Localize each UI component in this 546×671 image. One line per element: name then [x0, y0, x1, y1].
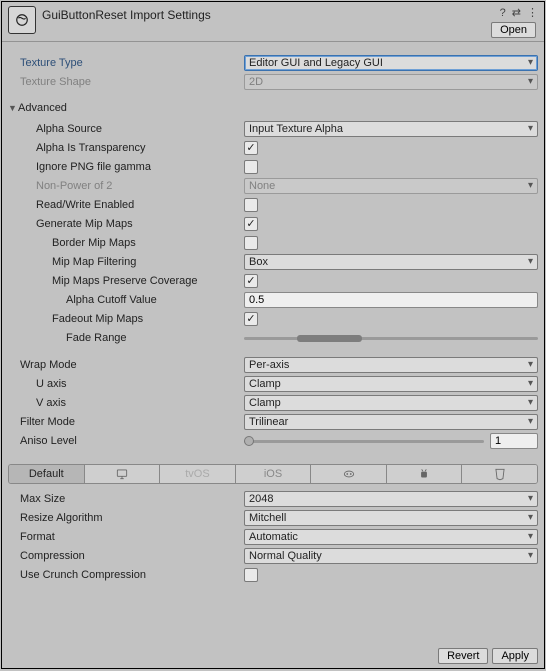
- advanced-label: Advanced: [18, 102, 67, 114]
- platform-tabs: Default tvOS iOS: [8, 464, 538, 484]
- texture-type-label: Texture Type: [8, 57, 244, 69]
- wrap-mode-dropdown[interactable]: Per-axis: [244, 357, 538, 373]
- alpha-source-label: Alpha Source: [8, 123, 244, 135]
- alpha-cutoff-label: Alpha Cutoff Value: [8, 294, 244, 306]
- wrap-mode-label: Wrap Mode: [8, 359, 244, 371]
- texture-shape-label: Texture Shape: [8, 76, 244, 88]
- mipmap-filtering-label: Mip Map Filtering: [8, 256, 244, 268]
- html5-icon: [493, 467, 507, 481]
- fade-range-label: Fade Range: [8, 332, 244, 344]
- border-mipmaps-label: Border Mip Maps: [8, 237, 244, 249]
- texture-type-dropdown[interactable]: Editor GUI and Legacy GUI: [244, 55, 538, 71]
- u-axis-label: U axis: [8, 378, 244, 390]
- resize-algorithm-dropdown[interactable]: Mitchell: [244, 510, 538, 526]
- fadeout-mipmaps-checkbox[interactable]: [244, 312, 258, 326]
- compression-dropdown[interactable]: Normal Quality: [244, 548, 538, 564]
- help-icon[interactable]: ?: [500, 7, 506, 19]
- use-crunch-label: Use Crunch Compression: [8, 569, 244, 581]
- chevron-down-icon: ▼: [8, 103, 18, 113]
- texture-shape-dropdown: 2D: [244, 74, 538, 90]
- tab-default[interactable]: Default: [9, 465, 85, 483]
- filter-mode-label: Filter Mode: [8, 416, 244, 428]
- aniso-level-input[interactable]: [490, 433, 538, 449]
- max-size-label: Max Size: [8, 493, 244, 505]
- preset-icon[interactable]: ⇄: [512, 6, 521, 19]
- fade-range-slider[interactable]: [244, 337, 538, 340]
- tab-lumin[interactable]: [311, 465, 387, 483]
- mipmap-filtering-dropdown[interactable]: Box: [244, 254, 538, 270]
- tab-tvos[interactable]: tvOS: [160, 465, 236, 483]
- asset-icon: [8, 6, 36, 34]
- header-title: GuiButtonReset Import Settings: [42, 6, 211, 22]
- filter-mode-dropdown[interactable]: Trilinear: [244, 414, 538, 430]
- non-power-of-2-label: Non-Power of 2: [8, 180, 244, 192]
- u-axis-dropdown[interactable]: Clamp: [244, 376, 538, 392]
- read-write-label: Read/Write Enabled: [8, 199, 244, 211]
- use-crunch-checkbox[interactable]: [244, 568, 258, 582]
- read-write-checkbox[interactable]: [244, 198, 258, 212]
- ignore-png-gamma-checkbox[interactable]: [244, 160, 258, 174]
- aniso-level-label: Aniso Level: [8, 435, 244, 447]
- texture-icon: [15, 13, 29, 27]
- max-size-dropdown[interactable]: 2048: [244, 491, 538, 507]
- alpha-cutoff-input[interactable]: [244, 292, 538, 308]
- generate-mipmaps-checkbox[interactable]: [244, 217, 258, 231]
- v-axis-label: V axis: [8, 397, 244, 409]
- resize-algorithm-label: Resize Algorithm: [8, 512, 244, 524]
- mipmaps-preserve-coverage-label: Mip Maps Preserve Coverage: [8, 275, 244, 287]
- menu-icon[interactable]: ⋮: [527, 6, 538, 19]
- tab-standalone[interactable]: [85, 465, 161, 483]
- monitor-icon: [115, 467, 129, 481]
- border-mipmaps-checkbox[interactable]: [244, 236, 258, 250]
- revert-button[interactable]: Revert: [438, 648, 488, 664]
- advanced-foldout[interactable]: ▼ Advanced: [8, 99, 538, 117]
- open-button[interactable]: Open: [491, 22, 536, 38]
- ignore-png-gamma-label: Ignore PNG file gamma: [8, 161, 244, 173]
- tab-ios[interactable]: iOS: [236, 465, 312, 483]
- alpha-source-dropdown[interactable]: Input Texture Alpha: [244, 121, 538, 137]
- aniso-level-slider[interactable]: [244, 440, 484, 443]
- mipmaps-preserve-coverage-checkbox[interactable]: [244, 274, 258, 288]
- format-label: Format: [8, 531, 244, 543]
- generate-mipmaps-label: Generate Mip Maps: [8, 218, 244, 230]
- android-icon: [417, 467, 431, 481]
- tab-android[interactable]: [387, 465, 463, 483]
- v-axis-dropdown[interactable]: Clamp: [244, 395, 538, 411]
- non-power-of-2-dropdown: None: [244, 178, 538, 194]
- format-dropdown[interactable]: Automatic: [244, 529, 538, 545]
- tab-webgl[interactable]: [462, 465, 537, 483]
- alpha-is-transparency-label: Alpha Is Transparency: [8, 142, 244, 154]
- alpha-is-transparency-checkbox[interactable]: [244, 141, 258, 155]
- fadeout-mipmaps-label: Fadeout Mip Maps: [8, 313, 244, 325]
- apply-button[interactable]: Apply: [492, 648, 538, 664]
- compression-label: Compression: [8, 550, 244, 562]
- headset-icon: [342, 467, 356, 481]
